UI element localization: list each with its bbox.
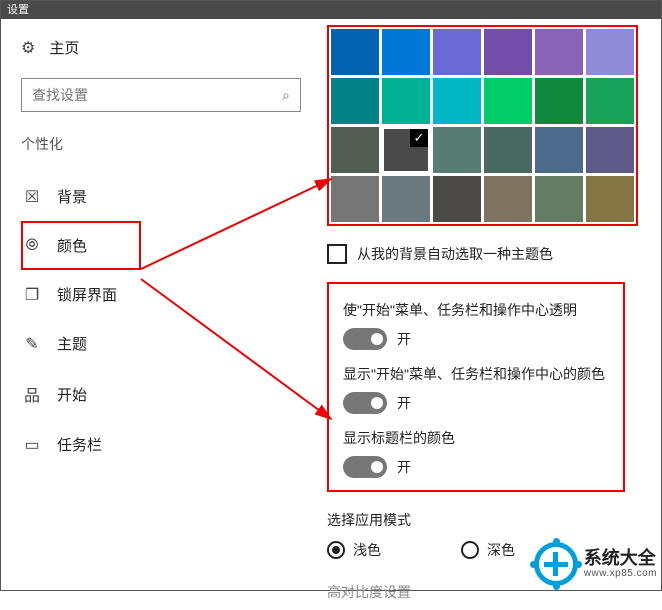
sidebar-item-0[interactable]: ☒ 背景 bbox=[21, 172, 301, 221]
sidebar: ⚙ 主页 ⌕ 个性化 ☒ 背景 ⦾ 颜色 ❐ 锁屏界面 ✎ 主题品开始 ▭ 任务栏 bbox=[1, 19, 321, 590]
lock-screen-icon: ❐ bbox=[23, 285, 41, 305]
mode-title: 选择应用模式 bbox=[327, 510, 657, 530]
radio-dark[interactable] bbox=[461, 541, 479, 559]
color-swatch-18[interactable] bbox=[331, 176, 379, 222]
color-swatch-20[interactable] bbox=[433, 176, 481, 222]
mode-light-option[interactable]: 浅色 bbox=[327, 540, 381, 560]
taskbar-icon: ▭ bbox=[23, 435, 41, 455]
color-swatch-23[interactable] bbox=[586, 176, 634, 222]
color-swatch-10[interactable] bbox=[535, 78, 583, 124]
transparency-state: 开 bbox=[397, 329, 411, 349]
color-start-toggle[interactable] bbox=[343, 392, 387, 414]
transparency-label: 使"开始"菜单、任务栏和操作中心透明 bbox=[343, 300, 609, 320]
radio-light[interactable] bbox=[327, 541, 345, 559]
sidebar-item-4[interactable]: 品开始 bbox=[21, 368, 301, 420]
palette-icon: ⦾ bbox=[23, 237, 41, 255]
search-box[interactable]: ⌕ bbox=[21, 78, 301, 112]
sidebar-item-label: 背景 bbox=[57, 186, 87, 207]
sidebar-item-1[interactable]: ⦾ 颜色 bbox=[21, 221, 141, 270]
color-start-label: 显示"开始"菜单、任务栏和操作中心的颜色 bbox=[343, 364, 609, 384]
auto-pick-label: 从我的背景自动选取一种主题色 bbox=[357, 244, 553, 264]
auto-pick-checkbox[interactable] bbox=[327, 244, 347, 264]
color-swatch-5[interactable] bbox=[586, 29, 634, 75]
color-swatch-3[interactable] bbox=[484, 29, 532, 75]
color-swatch-22[interactable] bbox=[535, 176, 583, 222]
home-label: 主页 bbox=[49, 37, 79, 58]
main-panel: 从我的背景自动选取一种主题色 使"开始"菜单、任务栏和操作中心透明 开 显示"开… bbox=[321, 19, 661, 590]
color-title-toggle[interactable] bbox=[343, 456, 387, 478]
category-title: 个性化 bbox=[21, 134, 301, 154]
color-swatch-1[interactable] bbox=[382, 29, 430, 75]
color-swatch-19[interactable] bbox=[382, 176, 430, 222]
sidebar-item-label: 锁屏界面 bbox=[57, 284, 117, 305]
color-start-state: 开 bbox=[397, 393, 411, 413]
theme-icon: ✎ bbox=[23, 334, 41, 354]
color-swatch-9[interactable] bbox=[484, 78, 532, 124]
color-swatch-0[interactable] bbox=[331, 29, 379, 75]
color-swatch-17[interactable] bbox=[586, 127, 634, 173]
sidebar-item-5[interactable]: ▭ 任务栏 bbox=[21, 420, 301, 469]
mode-light-label: 浅色 bbox=[353, 540, 381, 560]
color-title-state: 开 bbox=[397, 457, 411, 477]
sidebar-item-3[interactable]: ✎ 主题 bbox=[21, 319, 301, 368]
toggle-block: 使"开始"菜单、任务栏和操作中心透明 开 显示"开始"菜单、任务栏和操作中心的颜… bbox=[327, 282, 625, 492]
mode-dark-option[interactable]: 深色 bbox=[461, 540, 515, 560]
start-icon: 品 bbox=[23, 382, 41, 406]
color-swatch-8[interactable] bbox=[433, 78, 481, 124]
window-titlebar: 设置 bbox=[1, 1, 661, 19]
watermark-url: www.xp85.com bbox=[584, 568, 657, 579]
color-swatch-11[interactable] bbox=[586, 78, 634, 124]
search-input[interactable] bbox=[32, 87, 282, 103]
window-title-text: 设置 bbox=[7, 4, 29, 16]
color-palette bbox=[327, 25, 638, 226]
color-swatch-21[interactable] bbox=[484, 176, 532, 222]
sidebar-item-label: 任务栏 bbox=[57, 434, 102, 455]
sidebar-item-label: 颜色 bbox=[57, 235, 87, 256]
auto-pick-row[interactable]: 从我的背景自动选取一种主题色 bbox=[327, 244, 657, 264]
gear-icon: ⚙ bbox=[21, 38, 35, 58]
sidebar-item-label: 主题 bbox=[57, 333, 87, 354]
search-icon: ⌕ bbox=[282, 87, 290, 104]
color-swatch-16[interactable] bbox=[535, 127, 583, 173]
color-swatch-14[interactable] bbox=[433, 127, 481, 173]
watermark: 系统大全 www.xp85.com bbox=[534, 542, 657, 586]
transparency-toggle[interactable] bbox=[343, 328, 387, 350]
color-title-label: 显示标题栏的颜色 bbox=[343, 428, 609, 448]
color-swatch-4[interactable] bbox=[535, 29, 583, 75]
sidebar-item-2[interactable]: ❐ 锁屏界面 bbox=[21, 270, 301, 319]
mode-dark-label: 深色 bbox=[487, 540, 515, 560]
color-swatch-12[interactable] bbox=[331, 127, 379, 173]
color-swatch-15[interactable] bbox=[484, 127, 532, 173]
color-swatch-2[interactable] bbox=[433, 29, 481, 75]
watermark-title: 系统大全 bbox=[584, 549, 657, 569]
sidebar-item-label: 开始 bbox=[57, 384, 87, 405]
color-swatch-7[interactable] bbox=[382, 78, 430, 124]
image-icon: ☒ bbox=[23, 187, 41, 207]
color-swatch-13[interactable] bbox=[382, 127, 430, 173]
watermark-logo-icon bbox=[534, 542, 578, 586]
color-swatch-6[interactable] bbox=[331, 78, 379, 124]
home-row[interactable]: ⚙ 主页 bbox=[21, 37, 301, 58]
